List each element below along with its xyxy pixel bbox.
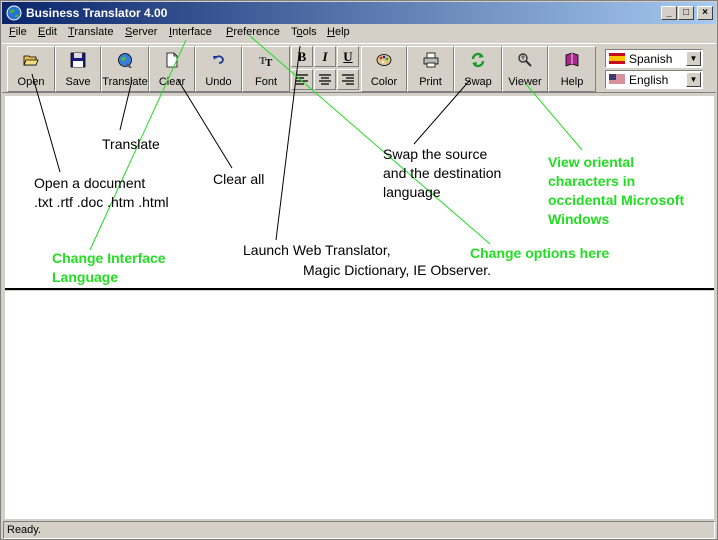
align-left-button[interactable]	[291, 69, 313, 90]
annotation-swap-line1: Swap the source	[383, 146, 488, 162]
help-button[interactable]: Help	[548, 46, 596, 92]
underline-button[interactable]: U	[337, 46, 359, 67]
help-book-icon	[565, 52, 579, 67]
annotation-preference: Change options here	[470, 245, 610, 261]
translated-text-area[interactable]	[5, 291, 714, 519]
align-right-button[interactable]	[337, 69, 359, 90]
usa-flag-icon	[609, 74, 625, 85]
font-tt-icon: TT	[259, 55, 273, 68]
swap-arrows-icon	[471, 52, 485, 68]
globe-app-icon	[6, 5, 22, 21]
translate-button[interactable]: Translate	[101, 46, 149, 92]
target-dropdown-arrow[interactable]: ▼	[686, 72, 701, 87]
annotation-tools-line2: Magic Dictionary, IE Observer.	[303, 262, 492, 278]
annotation-viewer-line2: characters in	[548, 173, 636, 189]
menu-tools[interactable]: Tools	[291, 26, 317, 38]
menu-bar: File Edit Translate Server Interface Pre…	[2, 24, 716, 43]
blank-page-icon	[166, 52, 178, 68]
save-button[interactable]: Save	[55, 46, 101, 92]
paint-palette-icon	[376, 54, 392, 66]
status-bar: Ready.	[3, 521, 715, 539]
annotation-viewer-line3: occidental Microsoft	[548, 192, 685, 208]
spain-flag-icon	[609, 53, 625, 64]
undo-button[interactable]: Undo	[195, 46, 242, 92]
globe-translate-icon	[118, 53, 132, 68]
source-language-select[interactable]: Spanish ▼	[605, 49, 703, 68]
undo-arrow-icon	[212, 55, 224, 64]
title-bar[interactable]: Business Translator 4.00 _ □ ×	[2, 2, 716, 24]
annotation-clear-all: Clear all	[213, 171, 265, 187]
menu-help[interactable]: Help	[327, 26, 350, 38]
window-title: Business Translator 4.00	[26, 6, 168, 20]
print-button[interactable]: Print	[407, 46, 454, 92]
italic-button[interactable]: I	[314, 46, 336, 67]
swap-button[interactable]: Swap	[454, 46, 502, 92]
open-button[interactable]: Open	[7, 46, 55, 92]
annotation-viewer-line1: View oriental	[548, 154, 635, 170]
status-text: Ready.	[7, 524, 42, 536]
viewer-button[interactable]: Viewer	[502, 46, 548, 92]
annotation-swap-line3: language	[383, 184, 441, 200]
maximize-button[interactable]: □	[678, 6, 694, 20]
menu-translate[interactable]: Translate	[68, 26, 113, 38]
folder-open-icon	[23, 55, 39, 66]
menu-file[interactable]: File	[9, 26, 27, 38]
svg-text:T: T	[265, 57, 273, 68]
source-dropdown-arrow[interactable]: ▼	[686, 51, 701, 66]
align-left-icon	[296, 74, 308, 85]
menu-preference[interactable]: Preference	[226, 26, 280, 38]
minimize-button[interactable]: _	[661, 6, 677, 20]
annotation-interface-line2: Language	[52, 269, 119, 285]
target-language-select[interactable]: English ▼	[605, 70, 703, 89]
align-center-icon	[319, 74, 331, 85]
viewer-icon	[518, 53, 532, 67]
bold-button[interactable]: B	[291, 46, 313, 67]
menu-edit[interactable]: Edit	[38, 26, 57, 38]
floppy-disk-icon	[70, 52, 86, 68]
menu-server[interactable]: Server	[125, 26, 157, 38]
annotation-open-line2: .txt .rtf .doc .htm .html	[34, 194, 169, 210]
font-button[interactable]: TT Font	[242, 46, 290, 92]
annotation-open-line1: Open a document	[34, 175, 146, 191]
annotation-translate: Translate	[102, 136, 160, 152]
menu-interface[interactable]: Interface	[169, 26, 212, 38]
annotation-interface-line1: Change Interface	[52, 250, 166, 266]
clear-button[interactable]: Clear	[149, 46, 195, 92]
annotation-tools-line1: Launch Web Translator,	[243, 242, 391, 258]
annotation-swap-line2: and the destination	[383, 165, 502, 181]
annotation-viewer-line4: Windows	[548, 211, 610, 227]
align-right-icon	[342, 74, 354, 85]
color-button[interactable]: Color	[361, 46, 407, 92]
toolbar: Open Save Translate Clear Undo TT Font B…	[2, 43, 716, 93]
align-center-button[interactable]	[314, 69, 336, 90]
printer-icon	[423, 52, 438, 68]
close-button[interactable]: ×	[697, 6, 713, 20]
